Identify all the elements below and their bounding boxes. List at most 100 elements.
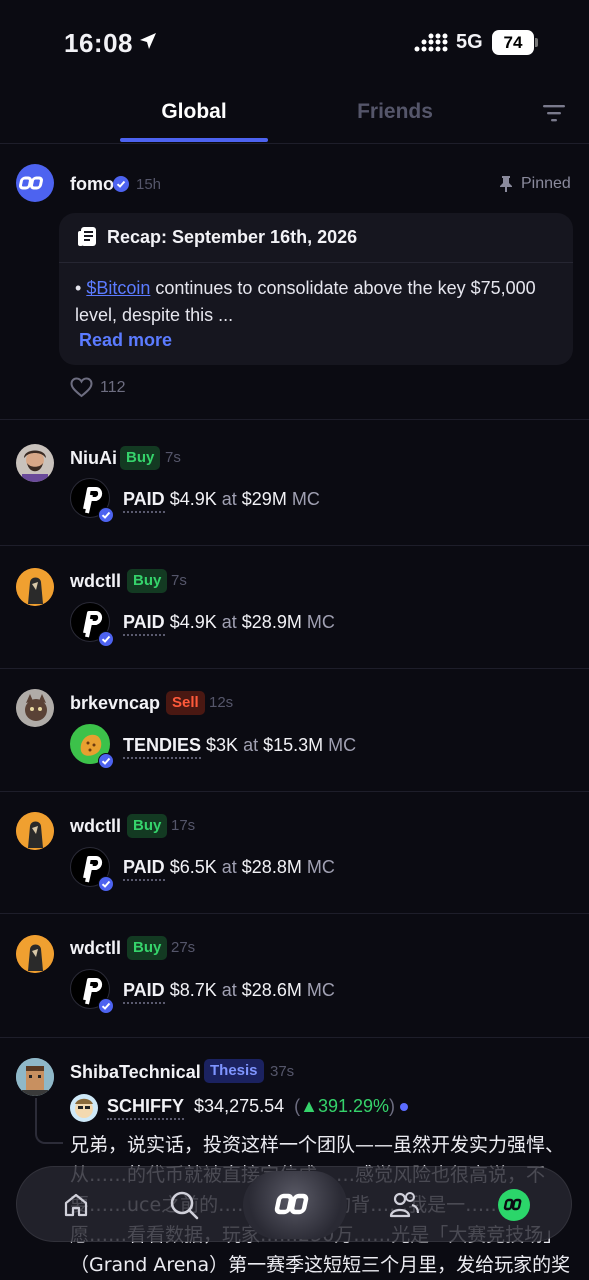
trade-time: 27s [171,939,196,956]
signal-icon [414,33,448,52]
avatar[interactable] [16,935,54,973]
token-ticker[interactable]: SCHIFFY [107,1096,185,1120]
market-cap-value: $28.6M [241,980,302,1000]
schiffy-token-logo[interactable] [70,1094,98,1122]
avatar[interactable] [16,568,54,606]
trade-time: 17s [171,817,196,834]
feed-tabs: Global Friends [0,90,589,144]
trader-name[interactable]: wdctll [70,816,121,837]
trader-name[interactable]: wdctll [70,571,121,592]
avatar[interactable] [16,164,54,202]
tab-friends[interactable]: Friends [320,100,470,124]
nav-fomo-center[interactable] [243,1171,347,1239]
avatar[interactable] [16,689,54,727]
paren-close: ) [389,1096,396,1116]
bullet: • [75,278,82,298]
recap-card[interactable]: Recap: September 16th, 2026 • $Bitcoin c… [59,213,573,365]
trader-name[interactable]: NiuAi [70,448,117,469]
nav-search[interactable] [149,1167,219,1243]
trade-post[interactable]: brkevncap Sell 12s TENDIES $3K at $15.3M… [0,669,589,792]
nav-profile[interactable] [479,1167,549,1243]
users-icon [389,1192,419,1218]
at-label: at [221,857,237,877]
network-type: 5G [456,31,483,53]
trade-summary: TENDIES $3K at $15.3M MC [123,735,357,759]
read-more-link[interactable]: Read more [79,330,172,351]
price-change: ▲391.29% [300,1096,390,1116]
market-cap-value: $15.3M [263,735,324,755]
avatar[interactable] [16,812,54,850]
trader-name[interactable]: brkevncap [70,693,160,714]
at-label: at [221,980,237,1000]
trade-time: 12s [209,694,234,711]
buy-badge: Buy [120,446,161,470]
user-avatar-icon [16,689,54,727]
token-logo[interactable] [70,969,114,1014]
tab-global[interactable]: Global [120,100,268,124]
trader-name[interactable]: wdctll [70,938,121,959]
user-avatar-icon [16,812,54,850]
token-logo[interactable] [70,478,114,523]
bitcoin-link[interactable]: $Bitcoin [86,278,150,298]
trade-post[interactable]: wdctll Buy 27s PAID $8.7K at $28.6M MC [0,914,589,1038]
active-tab-indicator [120,138,268,142]
newspaper-icon [78,227,96,246]
verified-badge-icon [98,631,114,647]
mc-label: MC [306,857,335,877]
trade-time: 7s [171,572,187,589]
user-avatar-icon [16,1058,54,1096]
verified-badge-icon [98,507,114,523]
clock: 16:08 [64,28,133,58]
fomo-logo-icon [274,1193,309,1215]
trade-post[interactable]: wdctll Buy 7s PAID $4.9K at $28.9M MC [0,546,589,669]
profile-avatar [498,1189,530,1221]
trade-amount: $8.7K [169,980,217,1000]
token-logo[interactable] [70,602,114,647]
at-label: at [221,489,237,509]
nav-friends[interactable] [369,1167,439,1243]
token-price: $34,275.54 [194,1096,285,1116]
schiffy-token-icon [75,1098,93,1118]
buy-badge: Buy [127,569,168,593]
bottom-nav [16,1166,572,1242]
mc-label: MC [328,735,357,755]
trade-post[interactable]: wdctll Buy 17s PAID $6.5K at $28.8M MC [0,792,589,914]
trade-amount: $4.9K [169,489,217,509]
token-ticker[interactable]: PAID [123,489,165,513]
trade-amount: $6.5K [169,857,217,877]
profile-logo-icon [503,1198,522,1211]
trade-time: 7s [165,449,181,466]
token-ticker[interactable]: PAID [123,612,165,636]
token-logo[interactable] [70,724,114,769]
author-name[interactable]: ShibaTechnical [70,1062,201,1083]
recap-body: • $Bitcoin continues to consolidate abov… [75,275,555,329]
token-ticker[interactable]: TENDIES [123,735,202,759]
mc-label: MC [306,612,335,632]
trade-summary: PAID $4.9K at $28.9M MC [123,612,335,636]
trade-amount: $4.9K [169,612,217,632]
thread-connector [35,1098,63,1144]
user-avatar-icon [22,450,48,482]
heart-icon[interactable] [70,377,93,398]
trade-post[interactable]: NiuAi Buy 7s PAID $4.9K at $29M MC [0,420,589,546]
avatar[interactable] [16,444,54,482]
verified-badge-icon [98,876,114,892]
token-price-line: SCHIFFY $34,275.54 (▲391.29%) [107,1096,396,1120]
token-logo[interactable] [70,847,114,892]
verified-badge-icon [113,176,129,192]
recap-title: Recap: September 16th, 2026 [107,227,358,247]
trade-summary: PAID $4.9K at $29M MC [123,489,320,513]
avatar[interactable] [16,1058,54,1096]
mc-label: MC [306,980,335,1000]
trade-summary: PAID $8.7K at $28.6M MC [123,980,335,1004]
location-arrow-icon [140,33,156,49]
verified-badge-icon [98,753,114,769]
filter-icon[interactable] [542,102,566,124]
battery-nub [535,38,538,47]
nav-home[interactable] [41,1167,111,1243]
token-ticker[interactable]: PAID [123,857,165,881]
market-cap-value: $28.8M [241,857,302,877]
author-name[interactable]: fomo [70,174,114,195]
token-ticker[interactable]: PAID [123,980,165,1004]
at-label: at [243,735,259,755]
